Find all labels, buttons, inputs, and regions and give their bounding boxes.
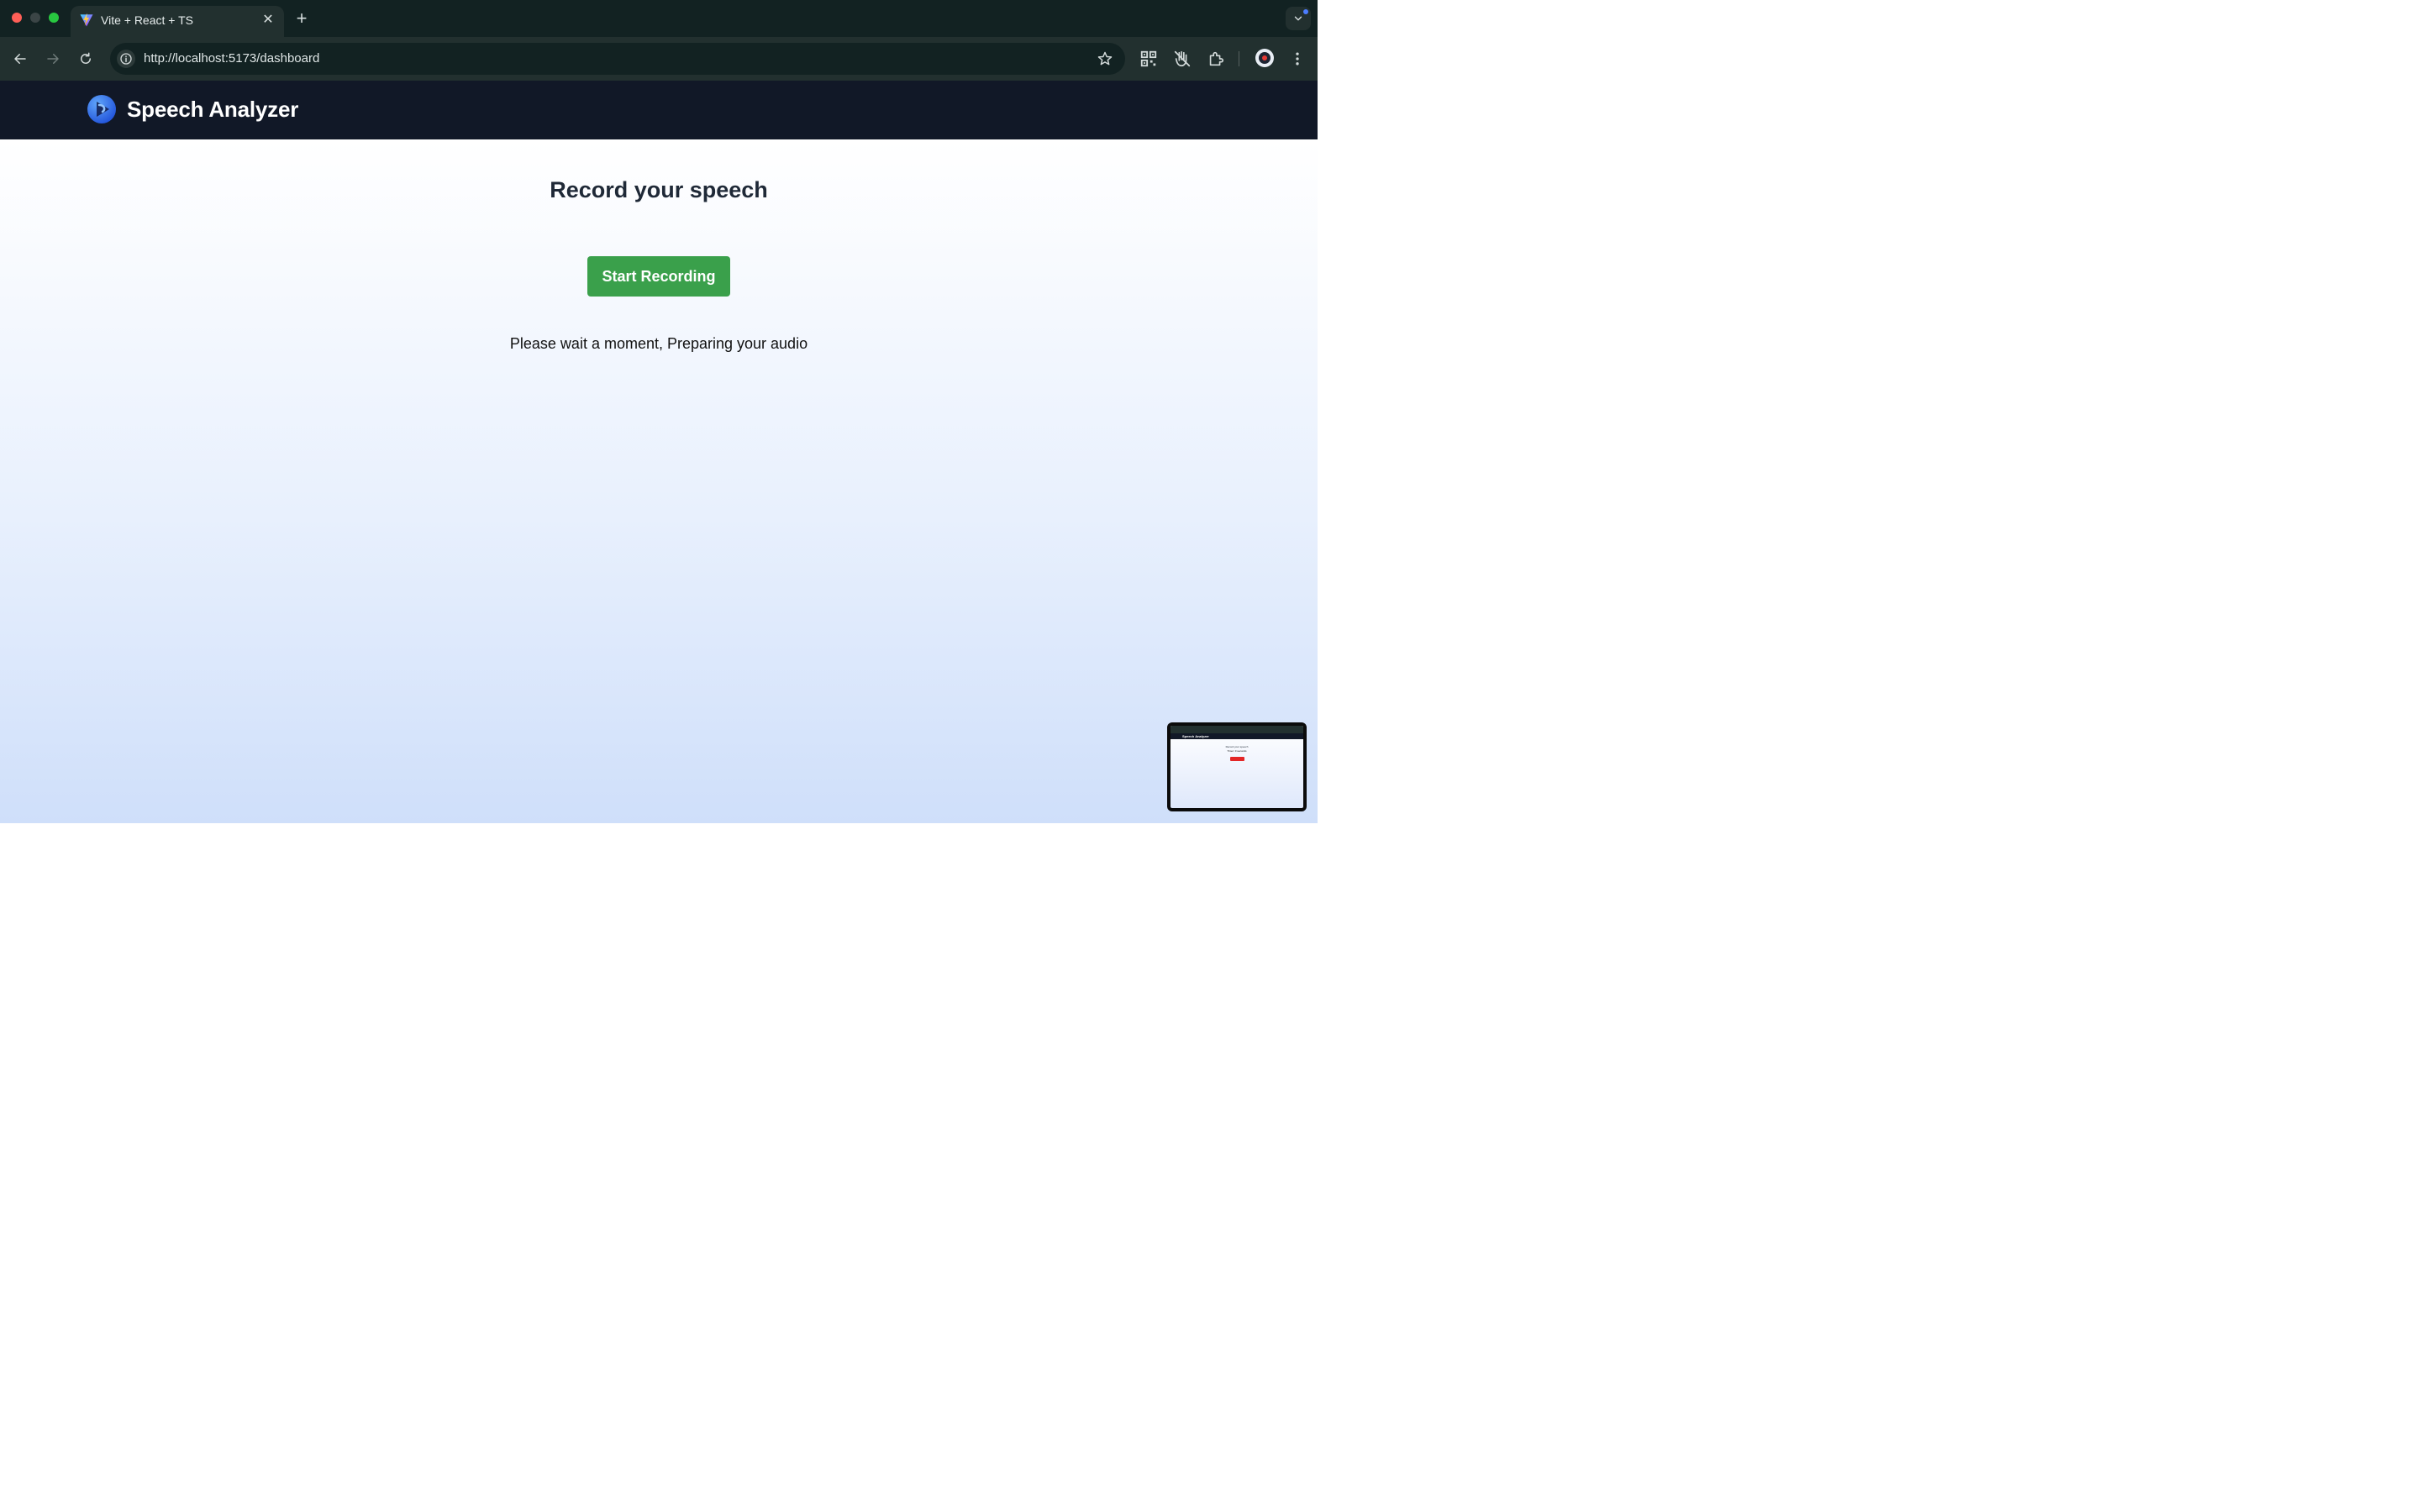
forward-button[interactable] [42,48,64,70]
tab-close-icon[interactable]: ✕ [260,13,276,28]
kebab-menu-icon[interactable] [1289,50,1306,68]
profile-avatar[interactable] [1255,49,1274,67]
app-brand-title[interactable]: Speech Analyzer [127,97,298,123]
back-button[interactable] [9,48,31,70]
minimize-window-button[interactable] [30,13,40,23]
browser-toolbar: http://localhost:5173/dashboard [0,37,1318,81]
reload-button[interactable] [75,48,97,70]
vite-logo-icon [80,13,93,27]
tab-title: Vite + React + TS [101,13,193,27]
chevron-down-icon [1294,16,1302,21]
start-recording-button[interactable]: Start Recording [587,256,730,297]
maximize-window-button[interactable] [49,13,59,23]
address-bar[interactable]: http://localhost:5173/dashboard [110,43,1125,75]
tab-search-button[interactable] [1286,7,1311,30]
notification-dot [1303,9,1308,14]
status-message: Please wait a moment, Preparing your aud… [509,335,808,352]
url-text[interactable]: http://localhost:5173/dashboard [144,51,319,66]
app-header: Speech Analyzer [0,81,1318,139]
qr-code-icon[interactable] [1139,50,1158,68]
thumbnail-brand: Speech Analyzer [1182,734,1209,738]
arrow-right-icon [47,54,59,64]
thumbnail-subtitle: Timer: 0 seconds [1227,749,1247,753]
info-icon [120,53,132,65]
new-tab-icon[interactable]: + [292,9,311,28]
thumbnail-stop-button [1230,757,1244,761]
app-logo-icon[interactable] [87,95,116,123]
star-icon[interactable] [1097,50,1113,67]
puzzle-icon[interactable] [1207,50,1225,68]
browser-tab-bar: Vite + React + TS ✕ + [0,0,1318,37]
reload-icon [81,52,91,64]
screenshot-preview-thumbnail[interactable]: Speech Analyzer Record your speech Timer… [1167,722,1307,811]
site-info-button[interactable] [117,50,135,68]
browser-tab[interactable]: Vite + React + TS ✕ [71,6,284,37]
main-content: Record your speech Start Recording Pleas… [0,139,1318,823]
close-window-button[interactable] [12,13,22,23]
thumbnail-screen: Speech Analyzer Record your speech Timer… [1171,726,1303,808]
page-title: Record your speech [550,177,768,202]
thumbnail-title: Record your speech [1225,745,1249,748]
arrow-left-icon [14,54,26,64]
blocked-extension-icon[interactable] [1173,50,1192,68]
